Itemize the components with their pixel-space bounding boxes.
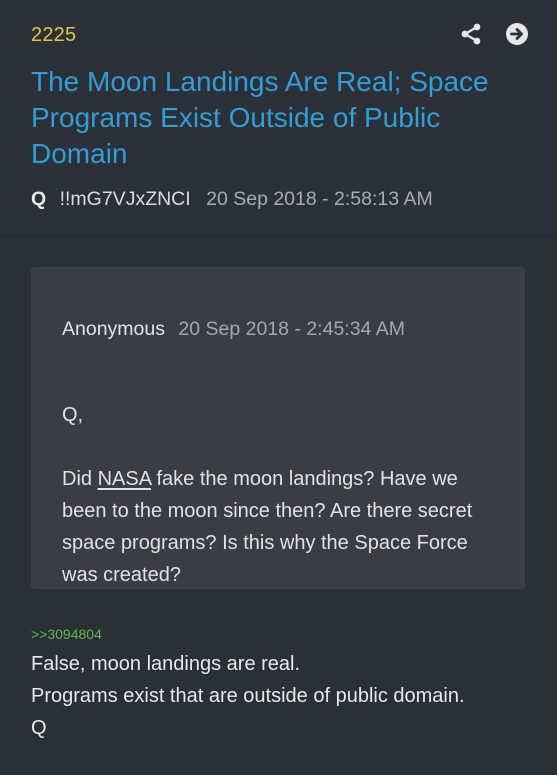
quoted-post-meta: Anonymous 20 Sep 2018 - 2:45:34 AM xyxy=(62,318,405,341)
quoted-post-greeting: Q, xyxy=(62,404,84,426)
reply-line: False, moon landings are real. xyxy=(31,653,301,675)
quoted-post-author: Anonymous xyxy=(62,318,165,340)
post-tripcode: !!mG7VJxZNCI xyxy=(59,188,191,210)
reply-line: Programs exist that are outside of publi… xyxy=(31,685,465,707)
reply-signature: Q xyxy=(31,717,47,739)
post-actions xyxy=(459,22,529,46)
post-date: 20 Sep 2018 - 2:58:13 AM xyxy=(206,188,433,210)
post-header: 2225 The Moon Landings Are Real; Space P… xyxy=(0,0,557,237)
quoted-post: Anonymous 20 Sep 2018 - 2:45:34 AM Q, Di… xyxy=(31,267,525,589)
quoted-post-date: 20 Sep 2018 - 2:45:34 AM xyxy=(178,318,405,340)
post-number[interactable]: 2225 xyxy=(31,24,76,47)
share-icon[interactable] xyxy=(459,22,483,46)
post-content: Anonymous 20 Sep 2018 - 2:45:34 AM Q, Di… xyxy=(0,237,557,775)
quoted-post-body: Q, Did NASA fake the moon landings? Have… xyxy=(62,399,502,623)
reply-body: False, moon landings are real. Programs … xyxy=(31,648,465,744)
nasa-link[interactable]: NASA xyxy=(98,468,151,490)
post-title[interactable]: The Moon Landings Are Real; Space Progra… xyxy=(31,64,531,172)
quoted-text-prefix: Did xyxy=(62,468,98,490)
post-author: Q xyxy=(31,188,47,210)
quoted-post-question: Did NASA fake the moon landings? Have we… xyxy=(62,463,502,591)
arrow-right-circle-icon[interactable] xyxy=(505,22,529,46)
reply-reference-link[interactable]: >>3094804 xyxy=(31,626,102,642)
post-meta: Q !!mG7VJxZNCI 20 Sep 2018 - 2:58:13 AM xyxy=(31,188,433,211)
